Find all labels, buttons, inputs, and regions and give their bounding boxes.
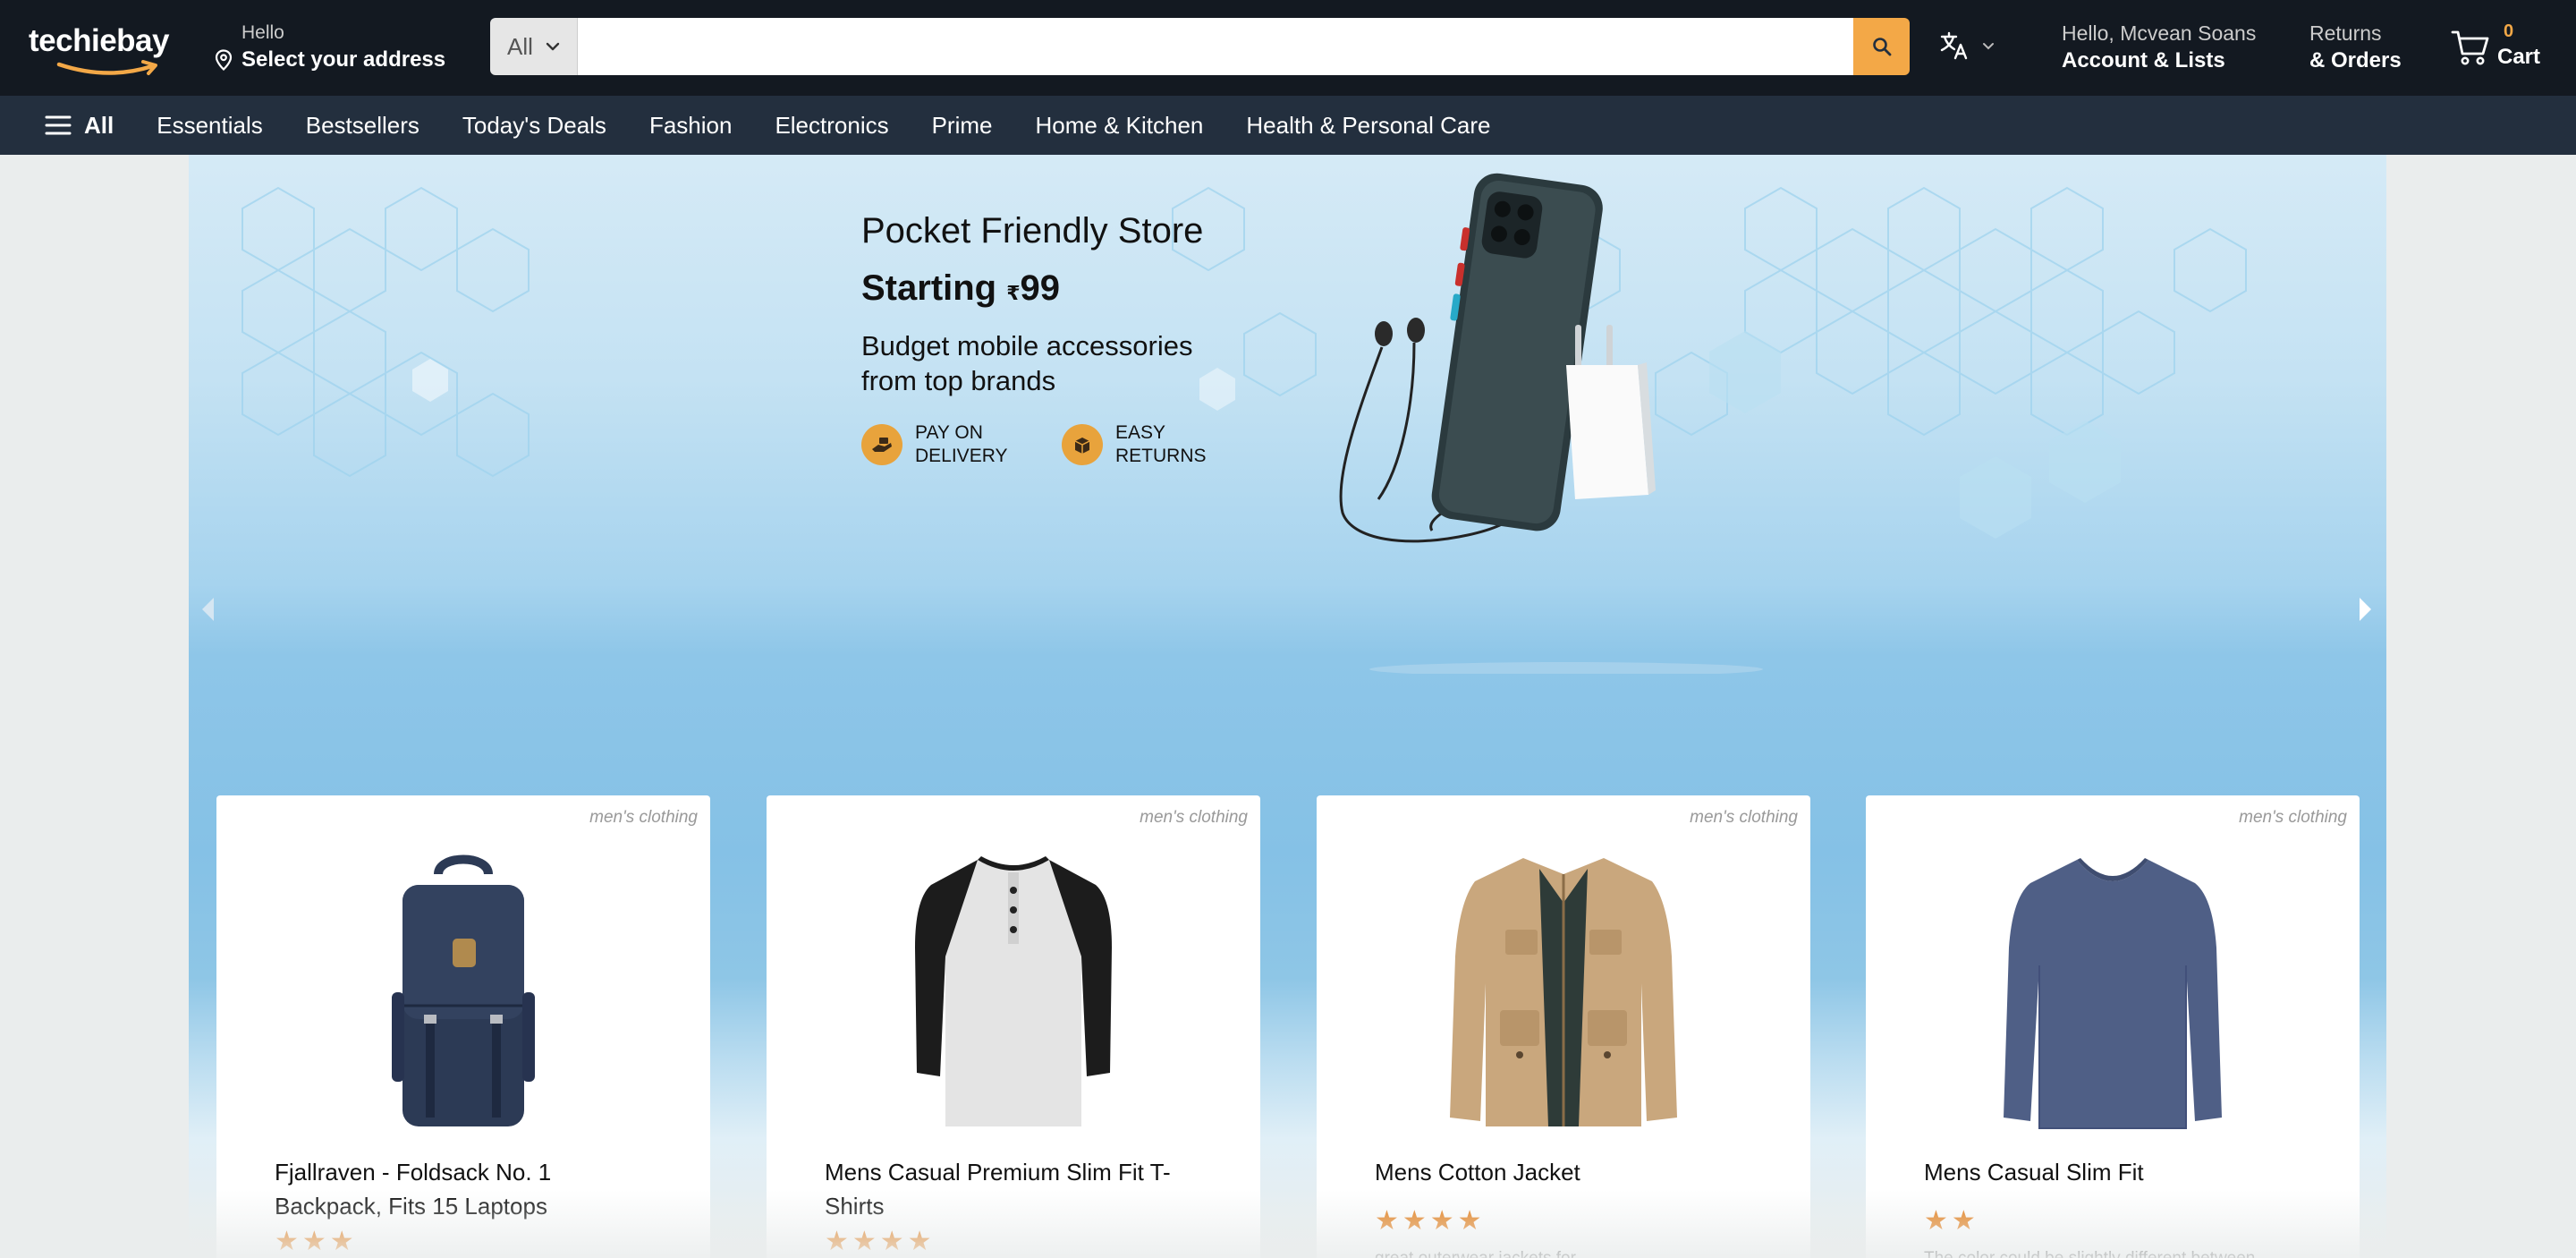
hero-badges: PAY ON DELIVERY EASY RETURNS (861, 421, 1262, 468)
product-card[interactable]: men's clothing Fjallraven - Foldsack No.… (216, 795, 710, 1258)
pay-on-delivery-badge: PAY ON DELIVERY (861, 421, 1031, 468)
hand-cash-icon (861, 424, 902, 465)
star-rating: ★★★★ (825, 1227, 936, 1256)
hamburger-menu-icon (45, 115, 72, 135)
cart-count: 0 (2504, 21, 2514, 41)
product-category: men's clothing (589, 808, 698, 827)
nav-all-label: All (84, 111, 114, 139)
phone-accessories-image (1339, 173, 1763, 674)
nav-item-prime[interactable]: Prime (932, 112, 993, 140)
account-lists: Account & Lists (2062, 48, 2225, 72)
chevron-left-icon (202, 598, 214, 621)
logo-text: techiebay (29, 23, 169, 58)
nav-item-home-kitchen[interactable]: Home & Kitchen (1036, 112, 1204, 140)
hero-price: Starting ₹99 (861, 259, 1262, 318)
translate-icon (1940, 31, 1968, 60)
nav-item-bestsellers[interactable]: Bestsellers (306, 112, 419, 140)
account-menu[interactable]: Hello, Mcvean Soans Account & Lists (2062, 20, 2256, 75)
returns-label: Returns (2309, 21, 2382, 45)
account-hello: Hello, Mcvean Soans (2062, 21, 2257, 45)
cart-label: Cart (2497, 45, 2541, 69)
search-category-label: All (507, 32, 533, 60)
product-image[interactable] (1317, 849, 1810, 1135)
chevron-down-icon (1983, 42, 1994, 49)
top-header: techiebay Hello Select your address All (0, 0, 2576, 96)
product-description: The color could be slightly different be… (1924, 1248, 2318, 1258)
jacket-image (1450, 858, 1677, 1126)
product-card[interactable]: men's clothing Mens Cotton Jacket ★★★★ g… (1317, 795, 1810, 1258)
hero-title: Pocket Friendly Store (861, 211, 1204, 251)
returns-orders[interactable]: Returns & Orders (2309, 20, 2402, 75)
longsleeve-shirt-image (2004, 858, 2222, 1129)
chevron-down-icon (546, 42, 560, 51)
star-rating: ★★★★ (1375, 1206, 1486, 1236)
search-category-select[interactable]: All (490, 18, 578, 75)
product-image[interactable] (767, 849, 1260, 1135)
hexagon-background-pattern (242, 186, 2247, 539)
hero-price-prefix: Starting (861, 268, 1007, 308)
chevron-right-icon (2360, 598, 2371, 621)
location-pin-icon (215, 49, 233, 71)
tshirt-image (915, 856, 1112, 1126)
product-title[interactable]: Mens Casual Premium Slim Fit T-Shirts (825, 1155, 1200, 1223)
star-rating: ★★ (1924, 1206, 1979, 1236)
search-icon (1872, 38, 1891, 56)
product-category: men's clothing (2239, 808, 2347, 827)
nav-item-essentials[interactable]: Essentials (157, 112, 263, 140)
pay-on-delivery-text: PAY ON DELIVERY (915, 422, 1008, 466)
product-category: men's clothing (1690, 808, 1798, 827)
product-title[interactable]: Mens Casual Slim Fit (1924, 1155, 2300, 1189)
address-selector[interactable]: Hello Select your address (215, 21, 445, 73)
easy-returns-badge: EASY RETURNS (1062, 421, 1232, 468)
product-image[interactable] (1866, 849, 2360, 1135)
product-category: men's clothing (1140, 808, 1248, 827)
star-rating: ★★★ (275, 1227, 358, 1256)
product-title[interactable]: Mens Cotton Jacket (1375, 1155, 1750, 1189)
product-description: great outerwear jackets for (1375, 1248, 1768, 1258)
cart-button[interactable]: 0 Cart (2451, 20, 2558, 77)
product-title[interactable]: Fjallraven - Foldsack No. 1 Backpack, Fi… (275, 1155, 650, 1223)
search-bar: All (490, 18, 1910, 75)
logo[interactable]: techiebay (29, 23, 181, 77)
nav-item-electronics[interactable]: Electronics (775, 112, 888, 140)
hero-subtitle: Budget mobile accessories from top brand… (861, 330, 1193, 396)
backpack-image (392, 854, 535, 1126)
hero-text-block: Pocket Friendly Store Starting ₹99 Budge… (861, 207, 1262, 468)
hero-price-value: 99 (1020, 268, 1061, 308)
nav-item-fashion[interactable]: Fashion (649, 112, 733, 140)
nav-item-todays-deals[interactable]: Today's Deals (462, 112, 606, 140)
language-selector[interactable] (1939, 30, 1995, 61)
product-card[interactable]: men's clothing Mens Casual Slim Fit ★★ T… (1866, 795, 2360, 1258)
category-nav: All Essentials Bestsellers Today's Deals… (0, 96, 2576, 155)
return-box-icon (1062, 424, 1103, 465)
address-main: Select your address (242, 47, 446, 72)
easy-returns-text: EASY RETURNS (1115, 422, 1207, 466)
nav-item-health-personal-care[interactable]: Health & Personal Care (1246, 112, 1490, 140)
search-button[interactable] (1853, 18, 1910, 75)
search-input[interactable] (578, 18, 1853, 75)
logo-smile-icon (56, 60, 157, 75)
address-hello: Hello (242, 22, 284, 43)
hero-currency: ₹ (1006, 282, 1021, 304)
orders-label: & Orders (2309, 48, 2402, 72)
product-card[interactable]: men's clothing Mens Casual Premium Slim … (767, 795, 1260, 1258)
cart-icon (2451, 30, 2489, 65)
nav-all-menu[interactable]: All (45, 112, 114, 140)
product-image[interactable] (216, 849, 710, 1135)
